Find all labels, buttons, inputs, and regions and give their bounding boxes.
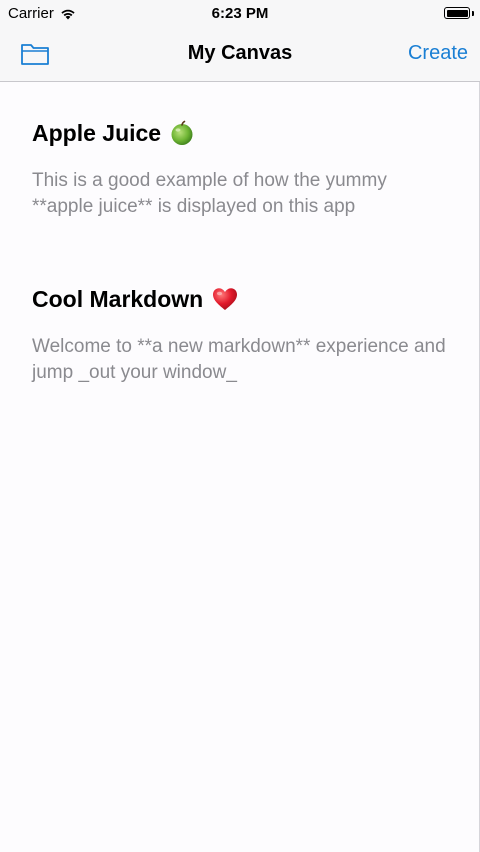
note-body: Welcome to **a new markdown** experience… — [32, 336, 446, 383]
note-title-row: Apple Juice — [32, 118, 448, 148]
list-item[interactable]: Cool Markdown Welcome to **a new markdow… — [0, 284, 480, 386]
status-bar: Carrier 6:23 PM — [0, 0, 480, 28]
note-title-row: Cool Markdown — [32, 284, 448, 314]
app-screen: Carrier 6:23 PM My Canvas Create Apple J… — [0, 0, 480, 852]
note-title: Apple Juice — [32, 120, 162, 146]
note-title: Cool Markdown — [32, 286, 204, 312]
battery-icon — [444, 7, 470, 19]
battery-tip — [471, 11, 474, 16]
battery-level — [446, 9, 468, 17]
green-apple-icon — [171, 120, 193, 145]
navigation-bar: My Canvas Create — [0, 28, 480, 82]
list-item[interactable]: Apple Juice This is a good example of ho… — [0, 118, 480, 220]
status-time: 6:23 PM — [211, 5, 269, 22]
create-button[interactable]: Create — [408, 42, 468, 65]
red-heart-icon — [213, 288, 238, 310]
note-body: This is a good example of how the yummy … — [32, 170, 387, 217]
